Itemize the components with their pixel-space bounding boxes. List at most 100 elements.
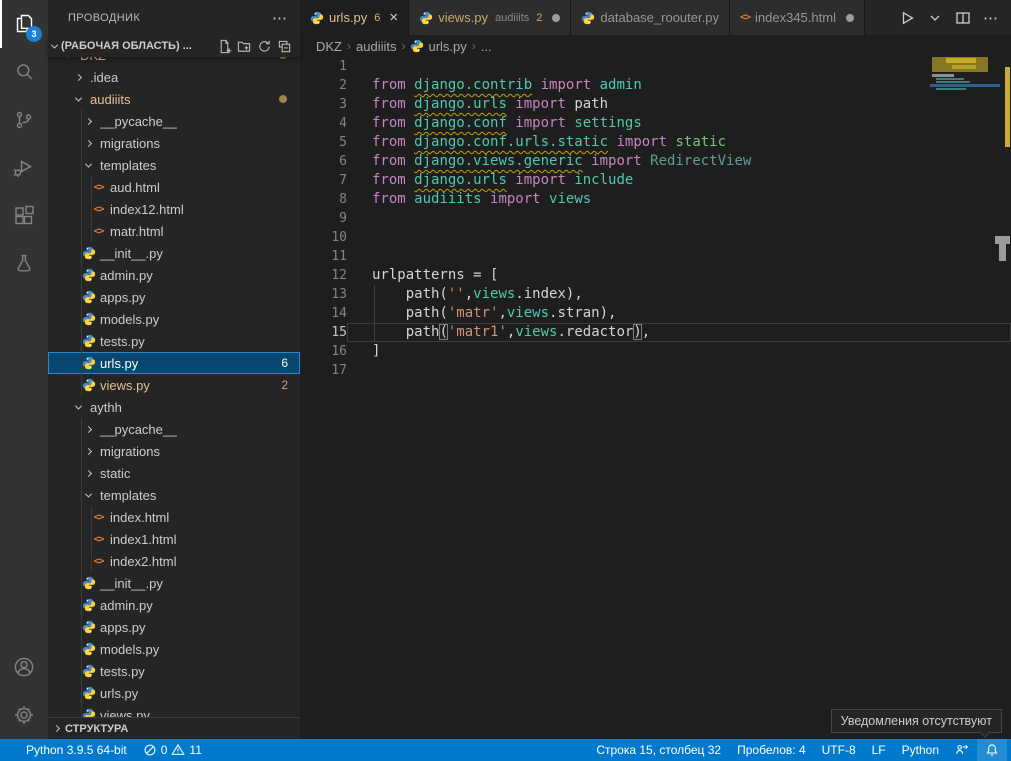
- outline-section-header[interactable]: СТРУКТУРА: [48, 717, 300, 739]
- scrollbar-handle[interactable]: [995, 236, 1010, 244]
- code-line-14[interactable]: 14 path('matr',views.stran),: [300, 304, 1011, 323]
- tab-urls-py[interactable]: urls.py6×: [300, 0, 409, 35]
- activity-account-icon[interactable]: [0, 643, 48, 691]
- chevron-down-icon[interactable]: [923, 6, 947, 30]
- breadcrumb-item[interactable]: audiiits: [356, 39, 396, 54]
- tree-file--init-py[interactable]: __init__.py: [48, 572, 300, 594]
- tree-file-aud-html[interactable]: <>aud.html: [48, 176, 300, 198]
- activity-source-control-icon[interactable]: [0, 96, 48, 144]
- indent-guide: [81, 198, 82, 220]
- tree-folder-migrations[interactable]: migrations: [48, 440, 300, 462]
- breadcrumb-item[interactable]: ...: [481, 39, 492, 54]
- code-line-6[interactable]: 6from django.views.generic import Redire…: [300, 152, 1011, 171]
- editor-actions: ⋯: [865, 0, 1011, 35]
- unsaved-dot-icon[interactable]: [846, 14, 854, 22]
- code-line-8[interactable]: 8from audiiits import views: [300, 190, 1011, 209]
- tree-folder--pycache-[interactable]: __pycache__: [48, 418, 300, 440]
- code-line-11[interactable]: 11: [300, 247, 1011, 266]
- problems-status[interactable]: 011: [135, 739, 210, 761]
- code-line-12[interactable]: 12urlpatterns = [: [300, 266, 1011, 285]
- code-line-7[interactable]: 7from django.urls import include: [300, 171, 1011, 190]
- tree-file-tests-py[interactable]: tests.py: [48, 330, 300, 352]
- code-line-1[interactable]: 1: [300, 57, 1011, 76]
- tree-file-tests-py[interactable]: tests.py: [48, 660, 300, 682]
- bell-icon[interactable]: [977, 739, 1007, 761]
- tree-file-urls-py[interactable]: urls.py: [48, 682, 300, 704]
- code-line-4[interactable]: 4from django.conf import settings: [300, 114, 1011, 133]
- indent-guide: [91, 550, 92, 572]
- code-line-15[interactable]: 15 path('matr1',views.redactor),: [300, 323, 1011, 342]
- tree-file-apps-py[interactable]: apps.py: [48, 286, 300, 308]
- code-line-5[interactable]: 5from django.conf.urls.static import sta…: [300, 133, 1011, 152]
- more-actions-icon[interactable]: ⋯: [272, 9, 288, 27]
- feedback-icon[interactable]: [947, 739, 977, 761]
- refresh-icon[interactable]: [254, 37, 274, 55]
- breadcrumb-item[interactable]: DKZ: [316, 39, 342, 54]
- tab-views-py[interactable]: views.pyaudiiits2: [409, 0, 571, 35]
- eol-status[interactable]: LF: [864, 739, 894, 761]
- activity-extensions-icon[interactable]: [0, 192, 48, 240]
- tree-file-views-py[interactable]: views.py2: [48, 374, 300, 396]
- tree-file-views-py[interactable]: views.py: [48, 704, 300, 717]
- activity-testing-icon[interactable]: [0, 240, 48, 288]
- run-icon[interactable]: [895, 6, 919, 30]
- workspace-section-header[interactable]: (РАБОЧАЯ ОБЛАСТЬ) ...: [48, 35, 300, 57]
- token: path(: [372, 305, 448, 321]
- minimap[interactable]: [930, 57, 1000, 739]
- tree-folder-templates[interactable]: templates: [48, 484, 300, 506]
- tree-folder--idea[interactable]: .idea: [48, 66, 300, 88]
- split-editor-icon[interactable]: [951, 6, 975, 30]
- tree-file-index12-html[interactable]: <>index12.html: [48, 198, 300, 220]
- tree-file-matr-html[interactable]: <>matr.html: [48, 220, 300, 242]
- tree-file-index-html[interactable]: <>index.html: [48, 506, 300, 528]
- breadcrumb-item[interactable]: urls.py: [410, 39, 466, 54]
- code-editor[interactable]: 12from django.contrib import admin3from …: [300, 57, 1011, 739]
- language-mode-status[interactable]: Python: [894, 739, 947, 761]
- code-line-16[interactable]: 16]: [300, 342, 1011, 361]
- tree-file--init-py[interactable]: __init__.py: [48, 242, 300, 264]
- indentation-status[interactable]: Пробелов: 4: [729, 739, 814, 761]
- tree-file-admin-py[interactable]: admin.py: [48, 594, 300, 616]
- new-folder-icon[interactable]: [234, 37, 254, 55]
- activity-explorer-icon[interactable]: 3: [0, 0, 48, 48]
- tree-folder-audiiits[interactable]: audiiits: [48, 88, 300, 110]
- close-icon[interactable]: ×: [389, 10, 398, 25]
- activity-search-icon[interactable]: [0, 48, 48, 96]
- tree-folder--pycache-[interactable]: __pycache__: [48, 110, 300, 132]
- code-line-9[interactable]: 9: [300, 209, 1011, 228]
- tree-file-models-py[interactable]: models.py: [48, 638, 300, 660]
- tree-file-models-py[interactable]: models.py: [48, 308, 300, 330]
- tab-database-roouter-py[interactable]: database_roouter.py: [571, 0, 730, 35]
- more-icon[interactable]: ⋯: [979, 6, 1003, 30]
- code-line-3[interactable]: 3from django.urls import path: [300, 95, 1011, 114]
- tree-item-label: urls.py: [100, 356, 138, 371]
- tree-file-admin-py[interactable]: admin.py: [48, 264, 300, 286]
- tree-folder-migrations[interactable]: migrations: [48, 132, 300, 154]
- cursor-position-status[interactable]: Строка 15, столбец 32: [588, 739, 729, 761]
- tree-file-index2-html[interactable]: <>index2.html: [48, 550, 300, 572]
- indent-guide: [81, 704, 82, 717]
- chevron-right-icon: [80, 119, 97, 124]
- new-file-icon[interactable]: [214, 37, 234, 55]
- activity-run-debug-icon[interactable]: [0, 144, 48, 192]
- tree-folder-templates[interactable]: templates: [48, 154, 300, 176]
- encoding-status[interactable]: UTF-8: [814, 739, 864, 761]
- collapse-all-icon[interactable]: [274, 37, 294, 55]
- tree-folder-aythh[interactable]: aythh: [48, 396, 300, 418]
- indent-guide: [81, 506, 82, 528]
- python-interpreter-status[interactable]: Python 3.9.5 64-bit: [18, 739, 135, 761]
- code-line-10[interactable]: 10: [300, 228, 1011, 247]
- tree-file-apps-py[interactable]: apps.py: [48, 616, 300, 638]
- tree-folder-dkz[interactable]: DKZ: [48, 57, 300, 66]
- code-line-17[interactable]: 17: [300, 361, 1011, 380]
- tab-index345-html[interactable]: <>index345.html: [730, 0, 865, 35]
- activity-settings-icon[interactable]: [0, 691, 48, 739]
- tree-file-urls-py[interactable]: urls.py6: [48, 352, 300, 374]
- tree-file-index1-html[interactable]: <>index1.html: [48, 528, 300, 550]
- code-line-13[interactable]: 13 path('',views.index),: [300, 285, 1011, 304]
- tree-item-label: apps.py: [100, 620, 146, 635]
- tree-folder-static[interactable]: static: [48, 462, 300, 484]
- unsaved-dot-icon[interactable]: [552, 14, 560, 22]
- outline-section-label: СТРУКТУРА: [65, 723, 128, 735]
- code-line-2[interactable]: 2from django.contrib import admin: [300, 76, 1011, 95]
